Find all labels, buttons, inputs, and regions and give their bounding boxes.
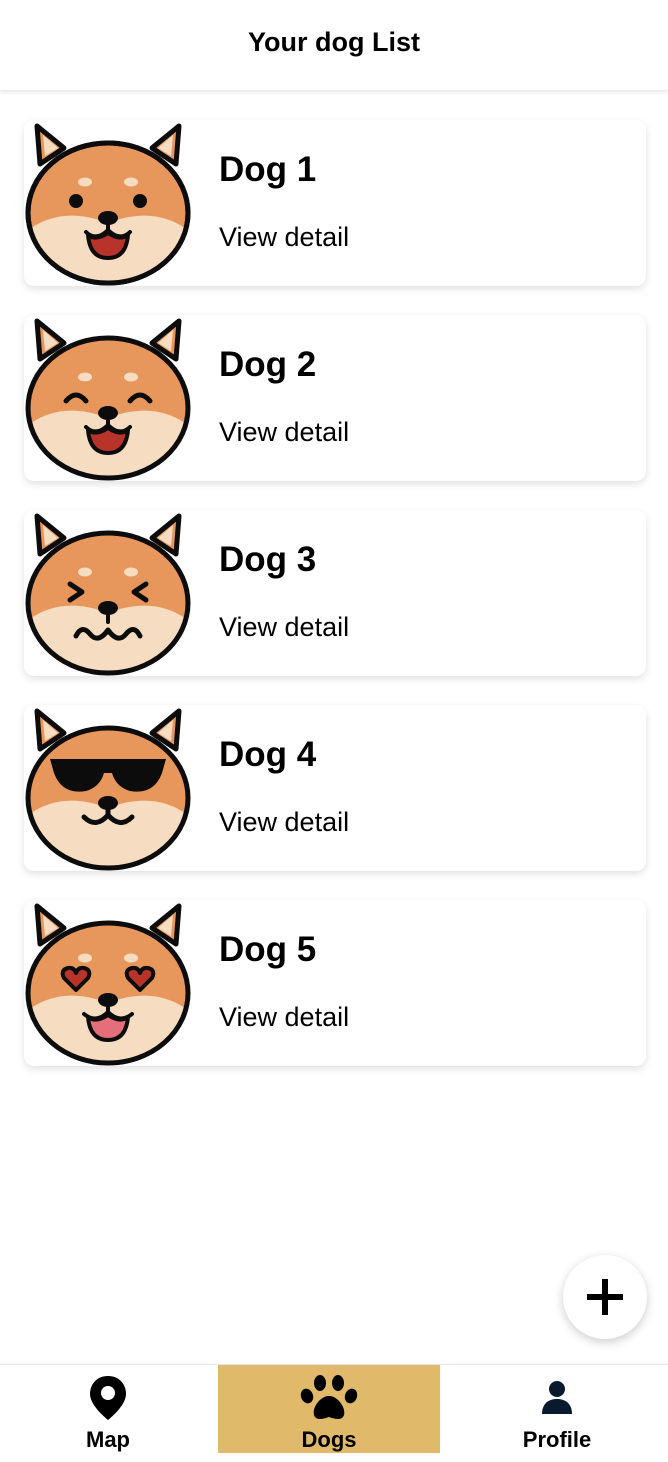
- dog-name: Dog 2: [219, 345, 317, 384]
- dog-card[interactable]: Dog 5 View detail: [24, 900, 646, 1066]
- dog-list: Dog 1 View detail Dog 2 View detail Dog …: [24, 120, 646, 1095]
- dog-name: Dog 1: [219, 150, 317, 189]
- person-icon: [542, 1381, 572, 1414]
- dog-name: Dog 5: [219, 930, 317, 969]
- paw-icon: [300, 1375, 358, 1419]
- dog-card[interactable]: Dog 4 View detail: [24, 705, 646, 871]
- tab-map[interactable]: Map: [0, 1365, 216, 1453]
- add-dog-button[interactable]: [563, 1255, 647, 1339]
- top-app-bar: Your dog List: [0, 0, 668, 91]
- dog-card[interactable]: Dog 3 View detail: [24, 510, 646, 676]
- tab-label: Map: [86, 1427, 130, 1452]
- dog-card[interactable]: Dog 2 View detail: [24, 315, 646, 481]
- view-detail-link[interactable]: View detail: [219, 222, 349, 253]
- view-detail-link[interactable]: View detail: [219, 1002, 349, 1033]
- map-pin-icon: [90, 1376, 126, 1420]
- dog-avatar-happy-icon: [24, 118, 192, 286]
- app: Your dog List Dog 1 View detail Dog 2 Vi…: [0, 0, 668, 1462]
- page-title: Your dog List: [248, 26, 420, 57]
- plus-icon: [587, 1279, 623, 1315]
- view-detail-link[interactable]: View detail: [219, 807, 349, 838]
- tab-profile[interactable]: Profile: [446, 1365, 668, 1453]
- dog-avatar-squinting-icon: [24, 508, 192, 676]
- tab-dogs[interactable]: Dogs: [218, 1365, 440, 1453]
- dog-card[interactable]: Dog 1 View detail: [24, 120, 646, 286]
- view-detail-link[interactable]: View detail: [219, 612, 349, 643]
- dog-name: Dog 3: [219, 540, 317, 579]
- tab-label: Dogs: [301, 1427, 357, 1452]
- dog-avatar-heart-eyes-icon: [24, 898, 192, 1066]
- bottom-tab-bar: Map Dogs Profile: [0, 1364, 668, 1462]
- dog-avatar-sunglasses-icon: [24, 703, 192, 871]
- dog-name: Dog 4: [219, 735, 317, 774]
- view-detail-link[interactable]: View detail: [219, 417, 349, 448]
- tab-label: Profile: [522, 1427, 592, 1452]
- dog-avatar-smiling-icon: [24, 313, 192, 481]
